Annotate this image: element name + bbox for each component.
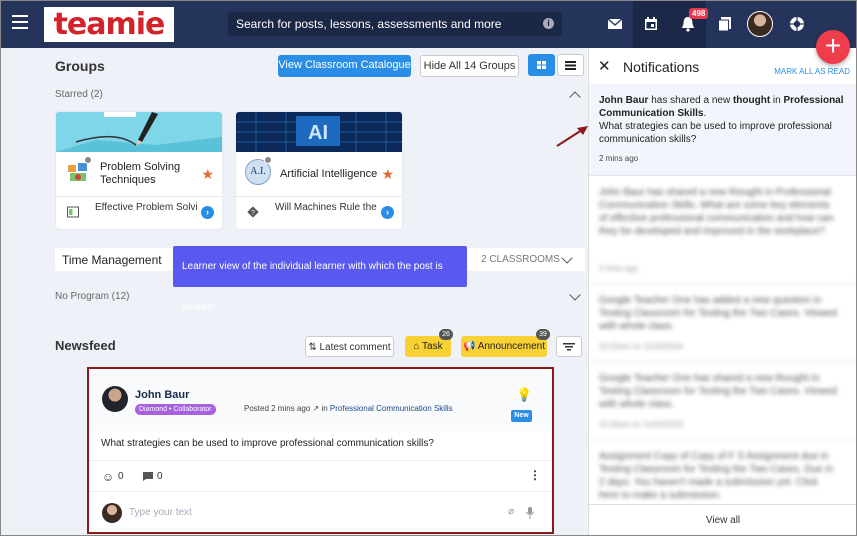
starred-label[interactable]: Starred (2)	[55, 89, 103, 100]
commenter-avatar	[102, 503, 122, 523]
list-icon	[565, 61, 576, 70]
star-icon[interactable]: ★	[201, 166, 214, 183]
group-subitem[interactable]: Effective Problem Solvi	[95, 202, 200, 213]
notification-item[interactable]: Google Teacher One has shared a new thou…	[589, 362, 857, 440]
no-program-label[interactable]: No Program (12)	[55, 291, 129, 302]
groups-heading: Groups	[55, 58, 105, 74]
sort-latest-comment-button[interactable]: ⇅ Latest comment	[305, 336, 394, 357]
arrow-right-icon[interactable]: ›	[381, 206, 394, 219]
add-button[interactable]: +	[816, 30, 850, 64]
group-cover-image: AI	[236, 112, 402, 152]
microphone-icon[interactable]	[526, 507, 534, 519]
group-card[interactable]: AI A.I. Artificial Intelligence ★ ? Will…	[236, 112, 402, 229]
lesson-icon	[67, 206, 79, 218]
search-input[interactable]: Search for posts, lessons, assessments a…	[228, 12, 562, 36]
status-dot	[84, 156, 92, 164]
collapse-starred-icon[interactable]	[569, 91, 581, 103]
status-dot	[264, 156, 272, 164]
top-bar: teamie Search for posts, lessons, assess…	[0, 0, 857, 48]
external-link-icon[interactable]: ↗	[313, 404, 320, 413]
announcement-label: Announcement	[477, 341, 545, 352]
smiley-icon[interactable]: ☺	[102, 470, 114, 484]
group-title[interactable]: Problem Solving Techniques	[100, 161, 200, 187]
svg-text:?: ?	[251, 210, 255, 217]
program-title: Time Management	[62, 253, 162, 267]
task-count-badge: 26	[439, 329, 453, 340]
newsfeed-heading: Newsfeed	[55, 338, 116, 353]
post-text: What strategies can be used to improve p…	[101, 438, 434, 449]
posted-time: Posted 2 mins ago	[244, 404, 311, 413]
diamond-badge: Diamond • Collaborator	[135, 404, 216, 415]
group-title[interactable]: Artificial Intelligence	[280, 168, 390, 181]
teamie-logo[interactable]: teamie	[44, 7, 174, 42]
view-all-button[interactable]: View all	[589, 504, 857, 536]
notification-count-badge: 498	[689, 8, 709, 19]
announcement-filter-button[interactable]: 📢 Announcement	[461, 336, 547, 357]
post-meta: Posted 2 mins ago ↗ in Professional Comm…	[244, 404, 453, 413]
more-options-icon[interactable]: ⋮	[529, 468, 541, 482]
question-icon: ?	[247, 206, 259, 218]
notification-item[interactable]: Assignment Copy of Copy of F S Assignmen…	[589, 440, 857, 504]
new-badge: New	[511, 410, 532, 422]
reaction-count: 0	[118, 471, 124, 482]
annotation-callout: Learner view of the individual learner w…	[173, 246, 467, 313]
announcement-count-badge: 39	[536, 329, 550, 340]
mail-icon[interactable]	[606, 15, 624, 33]
classrooms-count: 2 CLASSROOMS	[481, 254, 560, 265]
notifications-panel: ✕ Notifications MARK ALL AS READ John Ba…	[588, 48, 857, 536]
comment-input[interactable]: Type your text	[129, 507, 192, 518]
notification-item[interactable]: Google Teacher One has added a new quest…	[589, 284, 857, 362]
in-label: in	[321, 404, 328, 413]
author-avatar[interactable]	[102, 386, 128, 412]
comment-count: 0	[157, 471, 163, 482]
task-label: Task	[422, 341, 443, 352]
notification-item[interactable]: John Baur has shared a new thought in Pr…	[589, 84, 857, 176]
group-cover-image	[56, 112, 222, 152]
expand-icon[interactable]	[561, 252, 573, 264]
arrow-right-icon[interactable]: ›	[201, 206, 214, 219]
annotation-arrow	[556, 126, 588, 147]
sort-icon: ⇅	[308, 342, 317, 353]
close-icon[interactable]: ✕	[598, 57, 611, 75]
search-placeholder: Search for posts, lessons, assessments a…	[236, 17, 502, 31]
group-card[interactable]: Problem Solving Techniques ★ Effective P…	[56, 112, 222, 229]
post-group-link[interactable]: Professional Communication Skills	[330, 404, 453, 413]
view-catalogue-button[interactable]: View Classroom Catalogue	[278, 55, 411, 77]
lightbulb-icon: 💡	[516, 387, 533, 402]
comment-icon[interactable]	[142, 471, 154, 482]
expand-icon[interactable]	[569, 289, 581, 301]
sort-label: Latest comment	[319, 342, 391, 353]
grid-icon	[537, 61, 546, 69]
panel-title: Notifications	[623, 59, 700, 75]
reaction-bar: ☺ 0 0 ⋮	[89, 460, 552, 492]
copy-icon[interactable]	[716, 15, 734, 33]
hide-all-groups-button[interactable]: Hide All 14 Groups	[420, 55, 519, 77]
svg-text:AI: AI	[308, 122, 328, 144]
filter-button[interactable]	[556, 336, 582, 357]
menu-icon[interactable]	[12, 15, 28, 29]
author-name[interactable]: John Baur	[135, 389, 189, 401]
info-icon[interactable]: i	[543, 18, 554, 29]
calendar-icon[interactable]	[642, 15, 660, 33]
notification-time: 2 mins ago	[599, 154, 639, 163]
newsfeed-post: John Baur Diamond • Collaborator Posted …	[87, 367, 554, 534]
home-icon: ⌂	[413, 341, 420, 352]
group-subitem[interactable]: Will Machines Rule the	[275, 202, 380, 213]
filter-icon	[563, 343, 575, 351]
notification-item[interactable]: John Baur has shared a new thought in Pr…	[589, 176, 857, 284]
list-view-button[interactable]	[557, 54, 584, 76]
megaphone-icon: 📢	[463, 341, 476, 352]
user-avatar[interactable]	[747, 11, 773, 37]
star-icon[interactable]: ★	[381, 166, 394, 183]
grid-view-button[interactable]	[528, 54, 555, 76]
attach-icon[interactable]: ⌀	[508, 506, 514, 517]
mark-all-read-link[interactable]: MARK ALL AS READ	[774, 67, 850, 76]
notification-text: John Baur has shared a new thought in Pr…	[599, 95, 844, 145]
help-lifebuoy-icon[interactable]	[788, 15, 806, 33]
